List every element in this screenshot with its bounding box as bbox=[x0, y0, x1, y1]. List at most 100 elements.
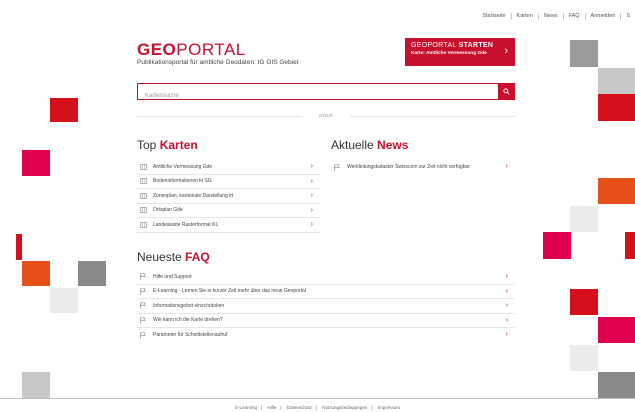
chevron-right-icon: › bbox=[505, 163, 508, 170]
list-item[interactable]: Amtliche Vermessung Gde › bbox=[137, 160, 320, 175]
divider-label: ODER bbox=[318, 113, 334, 118]
chevron-right-icon: › bbox=[505, 287, 508, 295]
decor-square bbox=[598, 317, 635, 343]
chevron-right-icon: › bbox=[310, 177, 313, 185]
footer-link-nutzungsbedingungen[interactable]: Nutzungsbedingungen bbox=[318, 405, 371, 410]
list-item-label: Bodeninformationen kt SG bbox=[153, 178, 212, 185]
list-item-label: Ortsplan Gde bbox=[153, 207, 183, 214]
decor-square bbox=[570, 289, 598, 315]
nav-karten[interactable]: Karten bbox=[510, 13, 538, 20]
list-item[interactable]: Landeskarte Rasterformat KL › bbox=[137, 218, 320, 233]
flag-icon bbox=[140, 288, 149, 295]
list-item-label: Werkleitungskataster Swisscom zur Zeit n… bbox=[347, 164, 471, 171]
top-navigation: Startseite Karten News FAQ Anmelden S bbox=[477, 13, 635, 20]
footer-link-hilfe[interactable]: Hilfe bbox=[263, 405, 280, 410]
nav-startseite[interactable]: Startseite bbox=[477, 13, 510, 20]
cta-title-light: GEOPORTAL bbox=[411, 42, 457, 49]
heading-light: Top bbox=[137, 138, 157, 152]
decor-square bbox=[570, 345, 598, 371]
decor-square bbox=[543, 232, 571, 259]
list-item[interactable]: Bodeninformationen kt SG › bbox=[137, 175, 320, 189]
cta-title-bold: STARTEN bbox=[458, 42, 494, 49]
decor-square bbox=[598, 372, 635, 398]
logo-subtitle: Publikationsportal für amtliche Geodaten… bbox=[137, 59, 299, 66]
list-item-label: Parameter für Schnittstellenaufruf bbox=[153, 332, 228, 339]
search-bar bbox=[137, 83, 515, 104]
chevron-right-icon: › bbox=[505, 273, 508, 280]
news-list: Werkleitungskataster Swisscom zur Zeit n… bbox=[331, 160, 515, 175]
decor-square bbox=[22, 372, 50, 398]
cta-title: GEOPORTAL STARTEN bbox=[411, 42, 515, 49]
top-karten-heading: Top Karten bbox=[137, 138, 198, 152]
chevron-right-icon: › bbox=[505, 316, 508, 324]
flag-icon bbox=[140, 273, 149, 281]
decor-square bbox=[78, 261, 106, 286]
list-item-label: E-Learning - Lernen Sie in kurzer Zeit m… bbox=[153, 288, 306, 295]
map-icon bbox=[140, 221, 149, 228]
heading-bold: Karten bbox=[159, 138, 198, 152]
decor-square bbox=[50, 288, 78, 313]
decor-square bbox=[570, 40, 598, 67]
flag-icon bbox=[140, 302, 149, 310]
list-item[interactable]: Parameter für Schnittstellenaufruf › bbox=[137, 328, 515, 343]
decor-square bbox=[22, 261, 50, 286]
list-item-label: Landeskarte Rasterformat KL bbox=[153, 221, 219, 228]
map-icon bbox=[140, 163, 149, 170]
list-item[interactable]: Werkleitungskataster Swisscom zur Zeit n… bbox=[331, 160, 515, 175]
search-button[interactable] bbox=[498, 83, 515, 100]
map-icon bbox=[140, 178, 149, 185]
chevron-right-icon: › bbox=[505, 302, 508, 309]
decor-square bbox=[22, 150, 50, 176]
aktuelle-news-heading: Aktuelle News bbox=[331, 138, 408, 152]
list-item-label: Informationsgebot einschränken bbox=[153, 302, 225, 309]
chevron-right-icon: › bbox=[310, 206, 313, 214]
chevron-right-icon: › bbox=[310, 221, 313, 228]
list-item-label: Zonenplan, kantonale Darstellung kt bbox=[153, 192, 234, 199]
decor-square bbox=[50, 98, 78, 122]
list-item-label: Hilfe und Support bbox=[153, 273, 192, 280]
list-item[interactable]: Zonenplan, kantonale Darstellung kt › bbox=[137, 189, 320, 204]
chevron-right-icon: › bbox=[310, 163, 313, 170]
footer-link-impressum[interactable]: Impressum bbox=[374, 405, 404, 410]
list-item[interactable]: Informationsgebot einschränken › bbox=[137, 299, 515, 314]
list-item[interactable]: Ortsplan Gde › bbox=[137, 204, 320, 218]
heading-bold: News bbox=[377, 138, 409, 152]
cta-subtitle: Karte: Amtliche Vermessung Gde bbox=[411, 51, 487, 56]
logo-rest: PORTAL bbox=[176, 40, 246, 59]
list-item[interactable]: E-Learning - Lernen Sie in kurzer Zeit m… bbox=[137, 285, 515, 299]
list-item-label: Wie kann ich die Karte drehen? bbox=[153, 317, 223, 324]
decor-square bbox=[16, 234, 22, 260]
heading-bold: FAQ bbox=[185, 250, 210, 264]
top-karten-list: Amtliche Vermessung Gde › Bodeninformati… bbox=[137, 160, 320, 233]
list-item[interactable]: Hilfe und Support › bbox=[137, 270, 515, 285]
decor-square bbox=[598, 68, 635, 94]
nav-language[interactable]: S bbox=[620, 13, 635, 20]
chevron-right-icon: › bbox=[504, 45, 508, 57]
decor-square bbox=[625, 232, 635, 259]
faq-list: Hilfe und Support › E-Learning - Lernen … bbox=[137, 270, 515, 343]
start-geoportal-button[interactable]: GEOPORTAL STARTEN Karte: Amtliche Vermes… bbox=[405, 38, 515, 66]
chevron-right-icon: › bbox=[505, 331, 508, 338]
nav-news[interactable]: News bbox=[537, 13, 563, 20]
faq-heading: Neueste FAQ bbox=[137, 250, 210, 264]
flag-icon bbox=[140, 332, 149, 339]
list-item-label: Amtliche Vermessung Gde bbox=[153, 163, 213, 170]
heading-light: Neueste bbox=[137, 250, 182, 264]
search-input[interactable] bbox=[138, 88, 493, 104]
logo[interactable]: GEOPORTAL bbox=[137, 40, 246, 60]
decor-square bbox=[570, 206, 598, 232]
footer: E-Learning | Hilfe | Datenschutz | Nutzungs… bbox=[0, 405, 635, 410]
footer-link-elearning[interactable]: E-Learning bbox=[231, 405, 261, 410]
footer-divider bbox=[0, 398, 635, 399]
flag-icon bbox=[334, 164, 343, 171]
decor-square bbox=[598, 178, 635, 204]
nav-faq[interactable]: FAQ bbox=[562, 13, 585, 20]
logo-bold: GEO bbox=[137, 40, 177, 59]
search-icon bbox=[503, 88, 510, 95]
heading-light: Aktuelle bbox=[331, 138, 374, 152]
map-icon bbox=[140, 207, 149, 214]
nav-anmelden[interactable]: Anmelden bbox=[584, 13, 621, 20]
footer-link-datenschutz[interactable]: Datenschutz bbox=[283, 405, 316, 410]
list-item[interactable]: Wie kann ich die Karte drehen? › bbox=[137, 314, 515, 328]
flag-icon bbox=[140, 317, 149, 324]
